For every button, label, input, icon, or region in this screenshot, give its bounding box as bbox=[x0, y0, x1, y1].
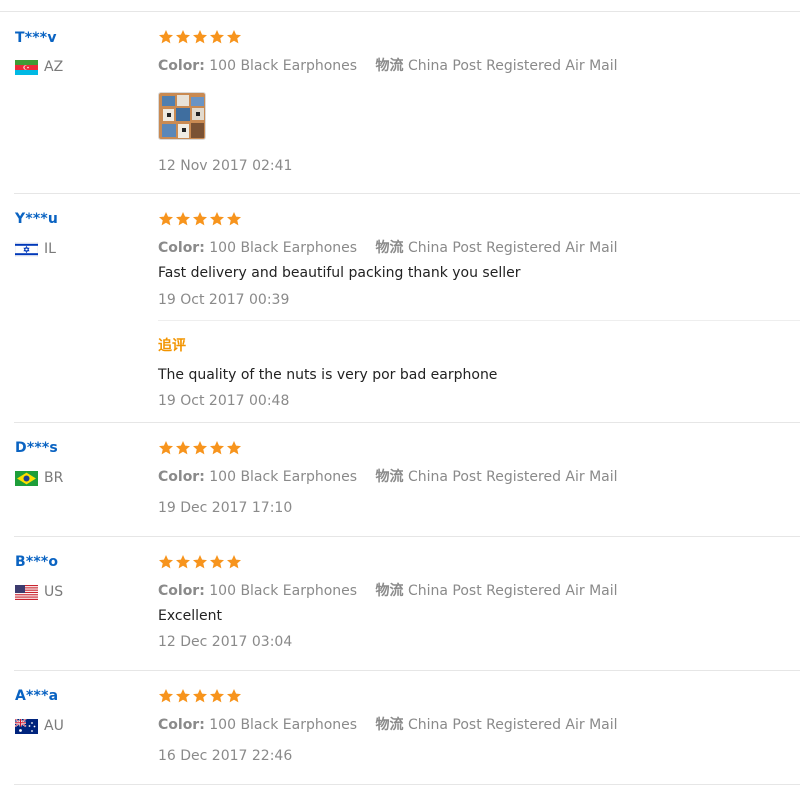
followup-divider bbox=[158, 320, 800, 321]
flag-az-icon bbox=[15, 59, 38, 75]
star-rating bbox=[158, 440, 242, 456]
order-info: Color: 100 Black Earphones 物流 China Post… bbox=[158, 714, 618, 734]
shipping-label: 物流 bbox=[375, 240, 404, 256]
star-icon bbox=[192, 211, 208, 227]
review-item: A***a AU Color: 100 Black Earphones 物流 C… bbox=[0, 671, 800, 789]
review-item: B***o US Color: 100 Black Earphones 物流 C… bbox=[0, 537, 800, 671]
country-code: AZ bbox=[44, 59, 64, 75]
order-info: Color: 100 Black Earphones 物流 China Post… bbox=[158, 466, 618, 486]
review-text: Excellent bbox=[158, 608, 222, 624]
buyer-name[interactable]: A***a bbox=[15, 688, 58, 704]
color-label: Color: bbox=[158, 58, 205, 74]
review-date: 12 Nov 2017 02:41 bbox=[158, 158, 293, 174]
shipping-value: China Post Registered Air Mail bbox=[407, 469, 618, 485]
star-rating bbox=[158, 554, 242, 570]
star-icon bbox=[226, 29, 242, 45]
buyer-name[interactable]: Y***u bbox=[15, 211, 58, 227]
star-icon bbox=[209, 211, 225, 227]
order-info: Color: 100 Black Earphones 物流 China Post… bbox=[158, 55, 618, 75]
buyer-country: US bbox=[15, 584, 63, 600]
country-code: BR bbox=[44, 470, 64, 486]
buyer-country: AZ bbox=[15, 59, 63, 75]
color-value: 100 Black Earphones bbox=[209, 583, 358, 599]
star-icon bbox=[209, 554, 225, 570]
flag-au-icon bbox=[15, 718, 38, 734]
shipping-value: China Post Registered Air Mail bbox=[407, 240, 618, 256]
star-icon bbox=[226, 211, 242, 227]
review-date: 12 Dec 2017 03:04 bbox=[158, 634, 293, 650]
followup-text: The quality of the nuts is very por bad … bbox=[158, 367, 498, 383]
star-icon bbox=[158, 440, 174, 456]
star-rating bbox=[158, 211, 242, 227]
review-item: Y***u IL Color: 100 Black Earphones 物流 C… bbox=[0, 194, 800, 423]
shipping-label: 物流 bbox=[375, 469, 404, 485]
buyer-country: AU bbox=[15, 718, 64, 734]
star-icon bbox=[209, 29, 225, 45]
star-icon bbox=[175, 688, 191, 704]
star-icon bbox=[226, 440, 242, 456]
color-value: 100 Black Earphones bbox=[209, 240, 358, 256]
shipping-label: 物流 bbox=[375, 58, 404, 74]
review-item: D***s BR Color: 100 Black Earphones 物流 C… bbox=[0, 423, 800, 537]
star-rating bbox=[158, 29, 242, 45]
color-value: 100 Black Earphones bbox=[209, 469, 358, 485]
buyer-country: IL bbox=[15, 241, 56, 257]
star-icon bbox=[192, 440, 208, 456]
order-info: Color: 100 Black Earphones 物流 China Post… bbox=[158, 237, 618, 257]
color-value: 100 Black Earphones bbox=[209, 717, 358, 733]
color-label: Color: bbox=[158, 717, 205, 733]
review-item: T***v AZ Color: 100 Black Earphones 物流 C… bbox=[0, 12, 800, 194]
review-date: 16 Dec 2017 22:46 bbox=[158, 748, 293, 764]
flag-us-icon bbox=[15, 584, 38, 600]
review-date: 19 Dec 2017 17:10 bbox=[158, 500, 293, 516]
shipping-label: 物流 bbox=[375, 583, 404, 599]
color-label: Color: bbox=[158, 469, 205, 485]
order-info: Color: 100 Black Earphones 物流 China Post… bbox=[158, 580, 618, 600]
followup-label: 追评 bbox=[158, 338, 186, 354]
color-label: Color: bbox=[158, 583, 205, 599]
star-icon bbox=[192, 688, 208, 704]
star-icon bbox=[175, 29, 191, 45]
star-icon bbox=[226, 688, 242, 704]
star-rating bbox=[158, 688, 242, 704]
star-icon bbox=[158, 554, 174, 570]
review-text: Fast delivery and beautiful packing than… bbox=[158, 265, 521, 281]
shipping-label: 物流 bbox=[375, 717, 404, 733]
color-value: 100 Black Earphones bbox=[209, 58, 358, 74]
review-photo-thumbnail[interactable] bbox=[158, 92, 206, 140]
shipping-value: China Post Registered Air Mail bbox=[407, 583, 618, 599]
star-icon bbox=[158, 688, 174, 704]
star-icon bbox=[175, 211, 191, 227]
star-icon bbox=[175, 440, 191, 456]
shipping-value: China Post Registered Air Mail bbox=[407, 717, 618, 733]
color-label: Color: bbox=[158, 240, 205, 256]
buyer-country: BR bbox=[15, 470, 63, 486]
star-icon bbox=[192, 554, 208, 570]
flag-br-icon bbox=[15, 470, 38, 486]
buyer-name[interactable]: B***o bbox=[15, 554, 58, 570]
star-icon bbox=[209, 440, 225, 456]
shipping-value: China Post Registered Air Mail bbox=[407, 58, 618, 74]
star-icon bbox=[158, 211, 174, 227]
star-icon bbox=[226, 554, 242, 570]
buyer-name[interactable]: D***s bbox=[15, 440, 58, 456]
buyer-name[interactable]: T***v bbox=[15, 30, 57, 46]
star-icon bbox=[192, 29, 208, 45]
followup-date: 19 Oct 2017 00:48 bbox=[158, 393, 290, 409]
country-code: US bbox=[44, 584, 64, 600]
star-icon bbox=[209, 688, 225, 704]
star-icon bbox=[158, 29, 174, 45]
review-date: 19 Oct 2017 00:39 bbox=[158, 292, 290, 308]
star-icon bbox=[175, 554, 191, 570]
country-code: AU bbox=[44, 718, 64, 734]
flag-il-icon bbox=[15, 241, 38, 257]
review-divider bbox=[14, 784, 800, 785]
country-code: IL bbox=[44, 241, 56, 257]
